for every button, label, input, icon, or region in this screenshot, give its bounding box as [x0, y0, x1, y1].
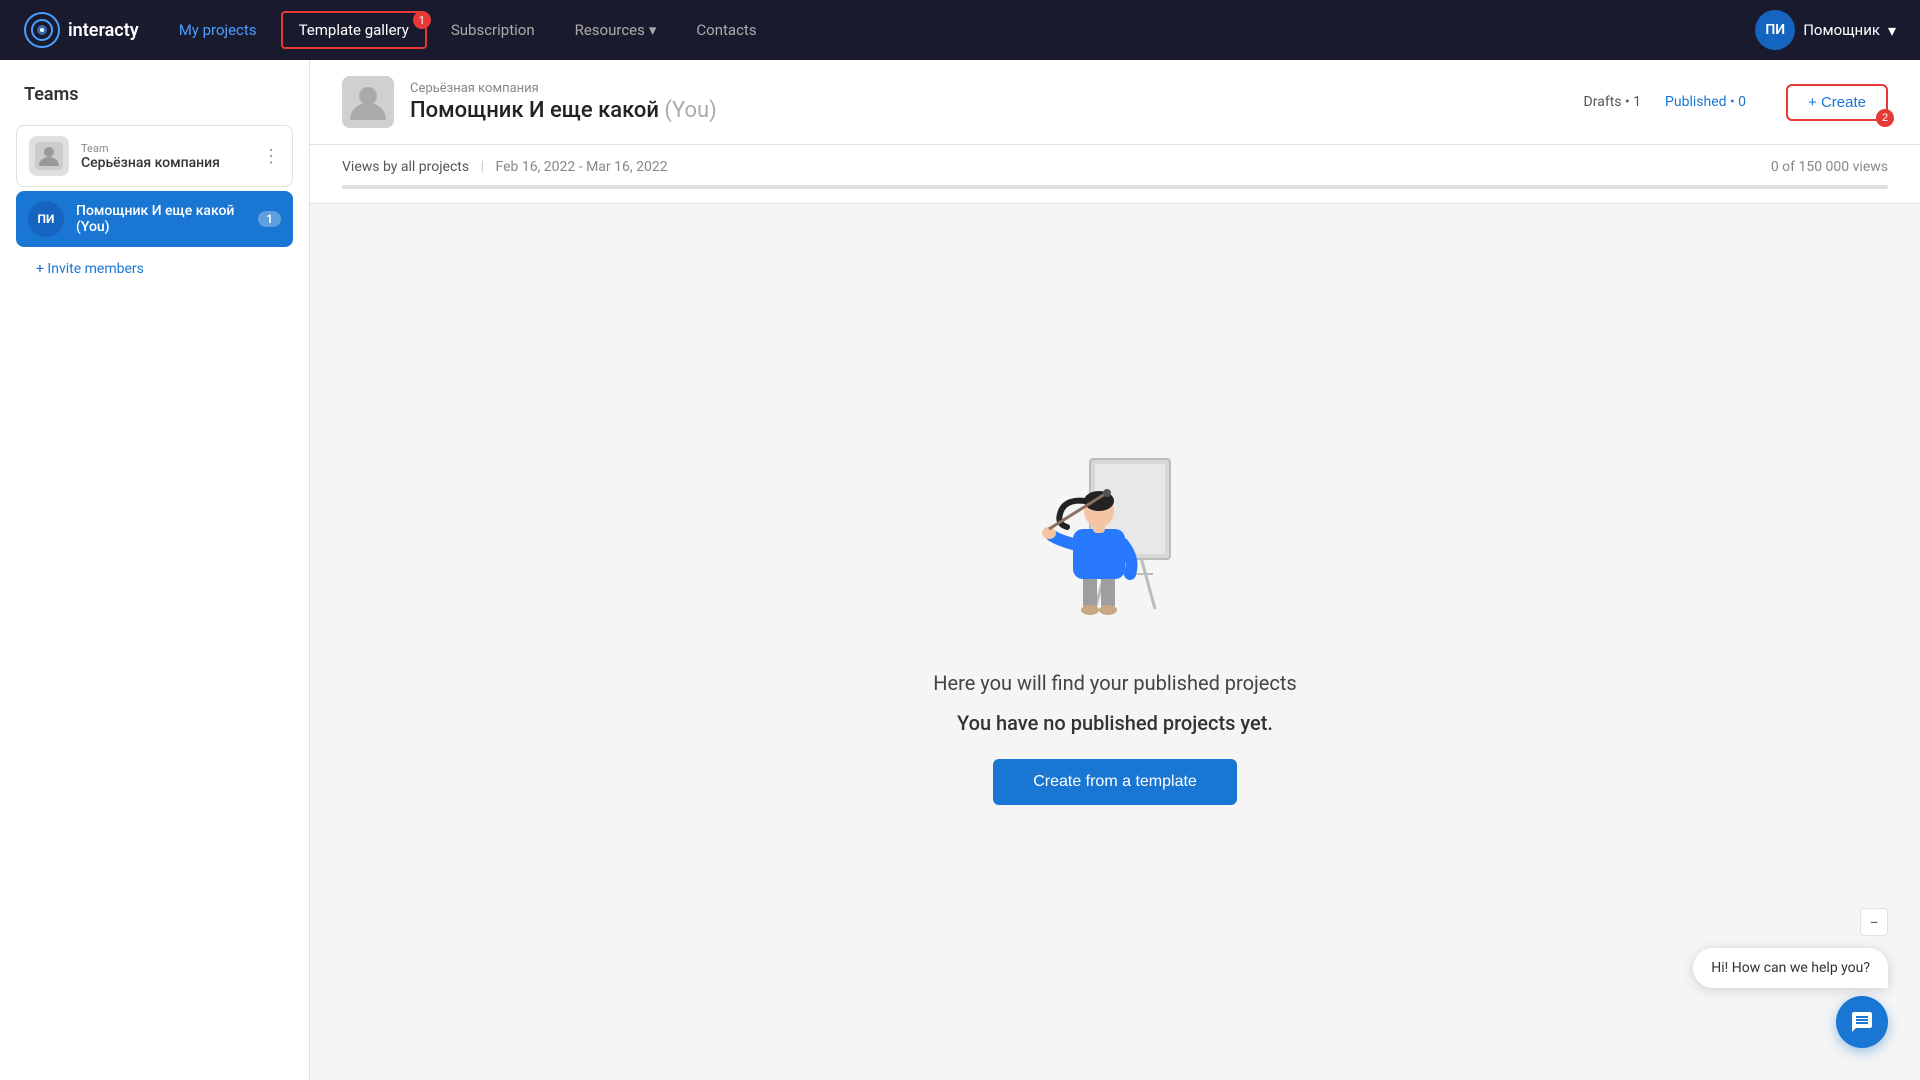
avatar: ПИ: [1755, 10, 1795, 50]
navbar: interacty My projects Template gallery 1…: [0, 0, 1920, 60]
logo[interactable]: interacty: [24, 12, 139, 48]
chat-open-button[interactable]: [1836, 996, 1888, 1048]
logo-text: interacty: [68, 20, 139, 41]
username: Помощник: [1803, 21, 1880, 39]
chat-minimize-button[interactable]: −: [1860, 908, 1888, 936]
project-avatar: [342, 76, 394, 128]
team-options-icon[interactable]: ⋮: [262, 146, 280, 167]
views-bar-container: Views by all projects | Feb 16, 2022 - M…: [310, 145, 1920, 204]
views-separator: |: [481, 159, 488, 175]
chat-area: − Hi! How can we help you?: [1693, 948, 1888, 988]
views-count: 0 of 150 000 views: [1771, 159, 1888, 175]
team-label: Team: [81, 142, 220, 155]
project-company: Серьёзная компания: [410, 81, 1568, 96]
published-stat[interactable]: Published • 0: [1665, 94, 1746, 110]
invite-members-button[interactable]: + Invite members: [16, 251, 293, 287]
member-item[interactable]: ПИ Помощник И еще какой (You) 1: [16, 191, 293, 247]
empty-illustration: [1005, 419, 1225, 639]
member-avatar: ПИ: [28, 201, 64, 237]
project-info: Серьёзная компания Помощник И еще какой …: [410, 81, 1568, 123]
content-area: Серьёзная компания Помощник И еще какой …: [310, 60, 1920, 1080]
main-layout: Teams Team Серьёзная компания ⋮ ПИ Помощ…: [0, 60, 1920, 1080]
chat-icon: [1850, 1010, 1874, 1034]
project-you-label: (You): [664, 98, 716, 123]
template-gallery-badge: 1: [413, 11, 431, 29]
nav-resources[interactable]: Resources ▾: [559, 13, 673, 47]
project-stats: Drafts • 1 Published • 0: [1584, 94, 1747, 110]
resources-dropdown-icon: ▾: [649, 21, 657, 39]
project-name: Помощник И еще какой (You): [410, 98, 1568, 123]
logo-icon: [24, 12, 60, 48]
views-left: Views by all projects | Feb 16, 2022 - M…: [342, 159, 668, 175]
drafts-stat: Drafts • 1: [1584, 94, 1641, 110]
nav-my-projects[interactable]: My projects: [163, 13, 273, 47]
member-name: Помощник И еще какой (You): [76, 203, 246, 235]
create-button[interactable]: + Create 2: [1786, 84, 1888, 121]
create-badge: 2: [1876, 109, 1894, 127]
team-item[interactable]: Team Серьёзная компания ⋮: [16, 125, 293, 187]
project-header: Серьёзная компания Помощник И еще какой …: [310, 60, 1920, 145]
nav-contacts[interactable]: Contacts: [680, 13, 772, 47]
views-progress-bar-track: [342, 185, 1888, 189]
member-count: 1: [258, 211, 281, 227]
team-name: Серьёзная компания: [81, 155, 220, 171]
user-menu[interactable]: ПИ Помощник ▾: [1755, 10, 1896, 50]
views-date: Feb 16, 2022 - Mar 16, 2022: [495, 159, 667, 175]
empty-state: Here you will find your published projec…: [310, 204, 1920, 1080]
views-bar: Views by all projects | Feb 16, 2022 - M…: [342, 159, 1888, 175]
chat-widget: − Hi! How can we help you?: [1693, 948, 1888, 1048]
empty-text-1: Here you will find your published projec…: [933, 671, 1297, 695]
sidebar-title: Teams: [16, 84, 293, 105]
empty-text-2: You have no published projects yet.: [957, 711, 1273, 735]
team-avatar: [29, 136, 69, 176]
user-dropdown-icon: ▾: [1888, 21, 1896, 40]
nav-template-gallery[interactable]: Template gallery 1: [281, 11, 427, 49]
nav-subscription[interactable]: Subscription: [435, 13, 551, 47]
chat-bubble: Hi! How can we help you?: [1693, 948, 1888, 988]
create-from-template-button[interactable]: Create from a template: [993, 759, 1237, 805]
sidebar: Teams Team Серьёзная компания ⋮ ПИ Помощ…: [0, 60, 310, 1080]
